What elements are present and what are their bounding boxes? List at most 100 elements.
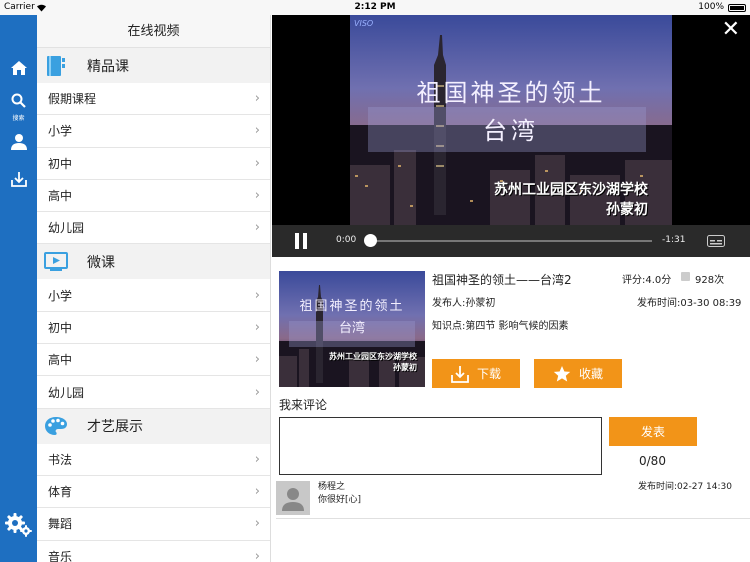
download-icon <box>10 171 27 191</box>
comment-input[interactable] <box>279 417 602 475</box>
list-item-label: 小学 <box>48 288 73 303</box>
search-icon <box>11 93 26 112</box>
video-screen-icon <box>43 251 69 273</box>
list-item[interactable]: 书法 › <box>37 443 270 476</box>
list-item[interactable]: 小学 › <box>37 115 270 148</box>
list-item[interactable]: 假期课程 › <box>37 83 270 116</box>
chevron-right-icon: › <box>254 484 260 500</box>
section-header-boutique[interactable]: 精品课 <box>37 48 270 83</box>
user-icon <box>10 133 27 154</box>
thumbnail-teacher: 孙蒙初 <box>393 363 417 372</box>
list-item-label: 初中 <box>48 320 73 335</box>
captions-button[interactable] <box>707 235 725 250</box>
chevron-right-icon: › <box>254 548 260 562</box>
star-icon <box>553 365 571 383</box>
captions-icon <box>707 235 725 247</box>
video-frame[interactable]: VISO 祖国神圣的领土 台湾 苏州工业园区东沙湖学校 孙蒙初 <box>350 15 672 225</box>
favorite-button[interactable]: 收藏 <box>534 359 622 388</box>
rail-home-button[interactable] <box>0 60 37 80</box>
list-item[interactable]: 音乐 › <box>37 540 270 562</box>
pause-button[interactable] <box>294 233 308 252</box>
video-overlay-teacher: 孙蒙初 <box>606 202 648 218</box>
section-header-micro[interactable]: 微课 <box>37 244 270 280</box>
video-overlay-subtitle: 台湾 <box>483 117 539 145</box>
list-item-label: 体育 <box>48 485 73 500</box>
section-title: 才艺展示 <box>87 419 143 436</box>
avatar <box>276 481 310 515</box>
video-detail-panel: 祖国神圣的领土 台湾 苏州工业园区东沙湖学校 孙蒙初 祖国神圣的领土——台湾2 … <box>272 257 750 562</box>
section-header-talent[interactable]: 才艺展示 <box>37 408 270 444</box>
rail-search-button[interactable]: 搜索 <box>0 93 37 122</box>
video-thumbnail[interactable]: 祖国神圣的领土 台湾 苏州工业园区东沙湖学校 孙蒙初 <box>279 271 425 387</box>
list-item[interactable]: 高中 › <box>37 179 270 213</box>
chevron-right-icon: › <box>254 451 260 467</box>
home-icon <box>10 60 28 80</box>
list-item-label: 小学 <box>48 124 73 139</box>
comment-heading: 我来评论 <box>279 398 328 412</box>
player-controls: 0:00 -1:31 <box>272 225 750 257</box>
download-label: 下载 <box>476 367 501 381</box>
list-item[interactable]: 小学 › <box>37 279 270 312</box>
views-icon <box>681 272 690 281</box>
close-player-button[interactable]: ✕ <box>722 19 740 41</box>
section-title: 精品课 <box>87 58 129 75</box>
category-sidebar: 在线视频 精品课 假期课程 › 小学 › 初中 › 高中 › 幼儿园 › 微课 小学 › 初… <box>37 15 271 562</box>
chevron-right-icon: › <box>254 91 260 107</box>
rail-profile-button[interactable] <box>0 133 37 154</box>
chevron-right-icon: › <box>254 123 260 139</box>
user-avatar-icon <box>282 488 304 511</box>
chevron-right-icon: › <box>254 188 260 204</box>
list-item-label: 高中 <box>48 189 73 204</box>
publish-time: 发布时间:03-30 08:39 <box>637 298 742 309</box>
video-overlay-title: 祖国神圣的领土 <box>416 79 606 107</box>
download-button[interactable]: 下载 <box>432 359 520 388</box>
chevron-right-icon: › <box>254 155 260 171</box>
list-item[interactable]: 幼儿园 › <box>37 376 270 409</box>
chevron-right-icon: › <box>254 287 260 303</box>
thumbnail-school: 苏州工业园区东沙湖学校 <box>329 352 417 361</box>
seek-handle[interactable] <box>364 234 377 247</box>
chevron-right-icon: › <box>254 516 260 532</box>
comment-item: 杨程之 你很好[心] 发布时间:02-27 14:30 <box>276 479 750 519</box>
chevron-right-icon: › <box>254 220 260 236</box>
list-item-label: 假期课程 <box>48 92 97 107</box>
list-item[interactable]: 体育 › <box>37 475 270 509</box>
list-item[interactable]: 高中 › <box>37 344 270 377</box>
chevron-right-icon: › <box>254 352 260 368</box>
video-title: 祖国神圣的领土——台湾2 <box>432 273 572 287</box>
publisher: 发布人:孙蒙初 <box>432 298 496 309</box>
rating: 评分:4.0分 <box>622 275 672 286</box>
video-overlay-school: 苏州工业园区东沙湖学校 <box>494 182 648 198</box>
rail-settings-button[interactable] <box>0 513 37 541</box>
status-bar: Carrier 2:12 PM 100% <box>0 0 750 15</box>
book-icon <box>43 55 69 77</box>
chevron-right-icon: › <box>254 319 260 335</box>
view-count: 928次 <box>695 275 725 286</box>
list-item[interactable]: 舞蹈 › <box>37 508 270 541</box>
seek-bar[interactable] <box>366 240 652 242</box>
list-item-label: 舞蹈 <box>48 517 73 532</box>
submit-comment-button[interactable]: 发表 <box>609 417 697 446</box>
rail-download-button[interactable] <box>0 171 37 191</box>
elapsed-time: 0:00 <box>336 235 357 245</box>
thumbnail-subtitle: 台湾 <box>338 321 365 336</box>
list-item-label: 幼儿园 <box>48 221 85 236</box>
close-icon: ✕ <box>721 17 740 42</box>
char-counter: 0/80 <box>639 454 666 468</box>
clock: 2:12 PM <box>354 2 396 12</box>
list-item[interactable]: 幼儿园 › <box>37 212 270 245</box>
battery-icon <box>728 4 746 12</box>
knowledge-point: 知识点:第四节 影响气候的因素 <box>432 321 569 332</box>
submit-label: 发表 <box>640 425 665 439</box>
section-title: 微课 <box>87 254 115 271</box>
list-item[interactable]: 初中 › <box>37 311 270 345</box>
video-player[interactable]: VISO 祖国神圣的领土 台湾 苏州工业园区东沙湖学校 孙蒙初 ✕ 0:00 -… <box>272 15 750 257</box>
chevron-right-icon: › <box>254 384 260 400</box>
palette-icon <box>43 415 69 437</box>
comment-user: 杨程之 <box>318 482 346 492</box>
list-item-label: 高中 <box>48 353 73 368</box>
list-item[interactable]: 初中 › <box>37 147 270 180</box>
comment-time: 发布时间:02-27 14:30 <box>638 482 732 492</box>
channel-logo: VISO <box>354 19 374 28</box>
download-icon <box>451 365 469 383</box>
